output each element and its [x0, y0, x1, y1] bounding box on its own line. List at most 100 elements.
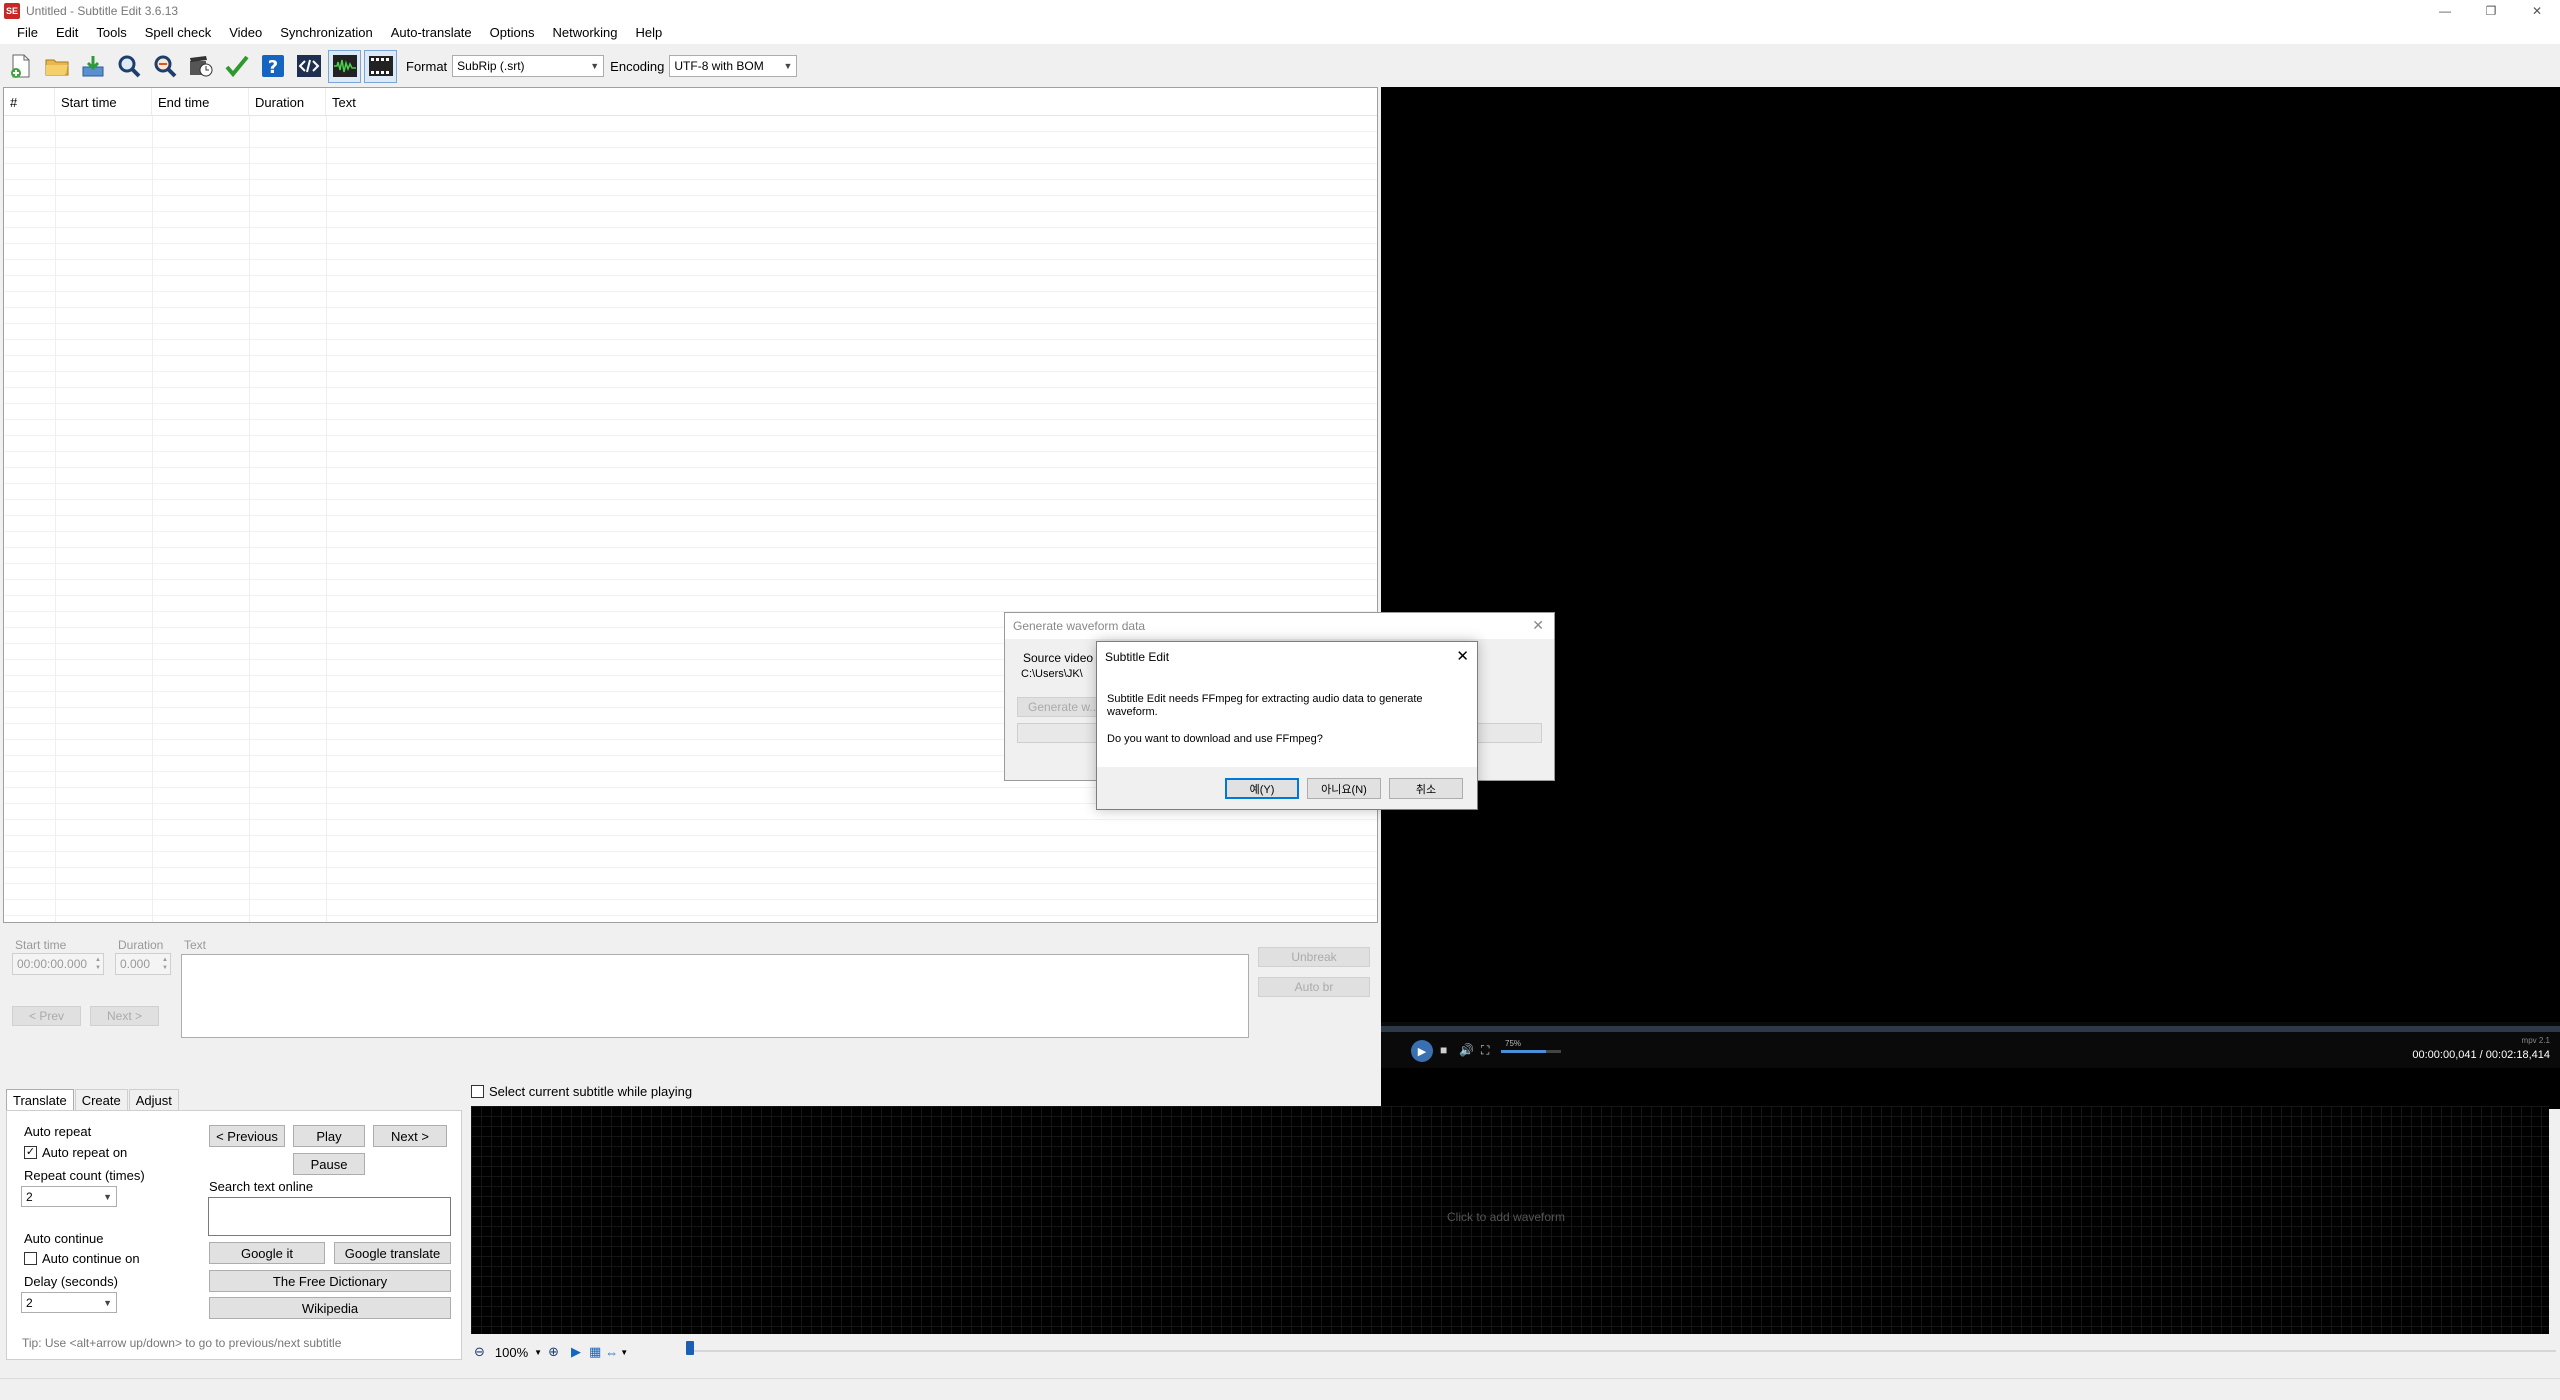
menu-video[interactable]: Video: [220, 22, 271, 44]
message-dialog-title: Subtitle Edit: [1105, 650, 1170, 664]
tip-text: Tip: Use <alt+arrow up/down> to go to pr…: [22, 1336, 342, 1350]
film-strip-icon: [368, 56, 393, 76]
find-button[interactable]: [112, 50, 145, 83]
text-label: Text: [184, 938, 207, 952]
column-number[interactable]: #: [4, 88, 55, 115]
zoom-in-icon[interactable]: ⊕: [548, 1344, 559, 1360]
tab-adjust[interactable]: Adjust: [128, 1089, 179, 1111]
help-button[interactable]: ?: [256, 50, 289, 83]
menu-edit[interactable]: Edit: [47, 22, 87, 44]
encoding-select[interactable]: UTF-8 with BOM ▼: [669, 55, 798, 77]
play-button[interactable]: Play: [293, 1125, 365, 1147]
column-start-time[interactable]: Start time: [55, 88, 152, 115]
close-window-button[interactable]: ✕: [2514, 0, 2560, 22]
next-button[interactable]: Next >: [90, 1006, 159, 1026]
column-end-time[interactable]: End time: [152, 88, 249, 115]
svg-text:?: ?: [267, 57, 277, 78]
close-icon[interactable]: ✕: [1456, 647, 1469, 665]
checkmark-icon: [224, 55, 249, 78]
google-translate-button[interactable]: Google translate: [334, 1242, 451, 1264]
auto-repeat-checkbox[interactable]: ✓ Auto repeat on: [24, 1145, 127, 1160]
zoom-level[interactable]: 100%: [495, 1345, 528, 1360]
tab-create[interactable]: Create: [74, 1089, 128, 1111]
search-text-input[interactable]: [208, 1197, 451, 1236]
duration-input[interactable]: 0.000 ▲ ▼: [115, 953, 171, 975]
clapper-clock-icon: [189, 56, 212, 77]
waveform-slider-thumb[interactable]: [686, 1341, 694, 1355]
visual-sync-button[interactable]: [184, 50, 217, 83]
open-file-button[interactable]: [40, 50, 73, 83]
replace-button[interactable]: [148, 50, 181, 83]
select-current-check-box: [471, 1085, 484, 1098]
stop-icon[interactable]: ■: [1440, 1043, 1447, 1057]
tab-translate[interactable]: Translate: [6, 1089, 74, 1111]
delay-value: 2: [26, 1295, 33, 1310]
toggle-waveform-button[interactable]: [328, 49, 361, 83]
unbreak-button[interactable]: Unbreak: [1258, 947, 1370, 967]
chevron-down-icon: ▼: [783, 61, 793, 71]
format-select[interactable]: SubRip (.srt) ▼: [452, 55, 605, 77]
menu-tools[interactable]: Tools: [87, 22, 135, 44]
new-file-button[interactable]: [4, 50, 37, 83]
no-button[interactable]: 아니요(N): [1307, 778, 1381, 799]
volume-icon[interactable]: 🔊: [1459, 1043, 1474, 1057]
prev-button[interactable]: < Prev: [12, 1006, 81, 1026]
column-duration[interactable]: Duration: [249, 88, 326, 115]
format-select-value: SubRip (.srt): [457, 59, 525, 73]
restore-button[interactable]: ❐: [2468, 0, 2514, 22]
spell-check-button[interactable]: [220, 50, 253, 83]
menu-networking[interactable]: Networking: [543, 22, 626, 44]
spinner-icon: ▲ ▼: [162, 957, 168, 971]
menu-help[interactable]: Help: [627, 22, 672, 44]
save-button[interactable]: [76, 50, 109, 83]
waveform-hint[interactable]: Click to add waveform: [1447, 1210, 1565, 1224]
auto-continue-group-label: Auto continue: [24, 1231, 104, 1246]
column-text[interactable]: Text: [326, 88, 1377, 115]
delay-select[interactable]: 2 ▼: [21, 1292, 117, 1313]
pause-button[interactable]: Pause: [293, 1153, 365, 1175]
search-online-label: Search text online: [209, 1179, 314, 1194]
auto-br-button[interactable]: Auto br: [1258, 977, 1370, 997]
video-position-bar[interactable]: [1381, 1026, 2560, 1032]
source-view-button[interactable]: [292, 50, 325, 83]
menu-spell-check[interactable]: Spell check: [136, 22, 220, 44]
yes-button[interactable]: 예(Y): [1225, 778, 1299, 799]
auto-continue-checkbox[interactable]: Auto continue on: [24, 1251, 140, 1266]
chevron-down-icon[interactable]: ▼: [620, 1348, 628, 1357]
chevron-down-icon[interactable]: ▼: [534, 1348, 542, 1357]
duration-label: Duration: [118, 938, 164, 952]
generate-waveform-button[interactable]: Generate w...: [1017, 697, 1107, 717]
arrows-icon[interactable]: ⇔: [605, 1345, 618, 1360]
grid-icon[interactable]: ▦: [589, 1344, 601, 1360]
google-it-button[interactable]: Google it: [209, 1242, 325, 1264]
play-waveform-icon[interactable]: ▶: [571, 1344, 581, 1360]
chevron-down-icon: ▼: [103, 1191, 112, 1202]
video-player[interactable]: [1381, 87, 2560, 1109]
wikipedia-button[interactable]: Wikipedia: [209, 1297, 451, 1319]
menu-synchronization[interactable]: Synchronization: [271, 22, 382, 44]
minimize-button[interactable]: —: [2422, 0, 2468, 22]
waveform-position-slider[interactable]: [686, 1350, 2556, 1352]
window-title: Untitled - Subtitle Edit 3.6.13: [26, 4, 179, 18]
toggle-video-button[interactable]: [364, 49, 397, 83]
menu-auto-translate[interactable]: Auto-translate: [382, 22, 481, 44]
spinner-icon: ▲ ▼: [95, 957, 101, 971]
app-icon: SE: [4, 3, 20, 19]
cancel-button[interactable]: 취소: [1389, 778, 1463, 799]
previous-button[interactable]: < Previous: [209, 1125, 285, 1147]
zoom-out-icon[interactable]: ⊖: [474, 1344, 485, 1360]
video-controls: ▶ ■ 🔊 ⛶ 75% mpv 2.1 00:00:00,041 / 00:02…: [1381, 1022, 2560, 1068]
volume-fill: [1501, 1050, 1546, 1053]
select-current-checkbox[interactable]: Select current subtitle while playing: [471, 1084, 692, 1099]
volume-slider[interactable]: [1501, 1050, 1561, 1053]
play-video-button[interactable]: ▶: [1411, 1040, 1433, 1062]
close-icon[interactable]: ✕: [1532, 617, 1544, 634]
next-subtitle-button[interactable]: Next >: [373, 1125, 447, 1147]
menu-file[interactable]: File: [8, 22, 47, 44]
free-dictionary-button[interactable]: The Free Dictionary: [209, 1270, 451, 1292]
menu-options[interactable]: Options: [481, 22, 544, 44]
repeat-count-select[interactable]: 2 ▼: [21, 1186, 117, 1207]
fullscreen-icon[interactable]: ⛶: [1481, 1043, 1489, 1058]
start-time-input[interactable]: 00:00:00.000 ▲ ▼: [12, 953, 104, 975]
subtitle-text-input[interactable]: [181, 954, 1249, 1038]
